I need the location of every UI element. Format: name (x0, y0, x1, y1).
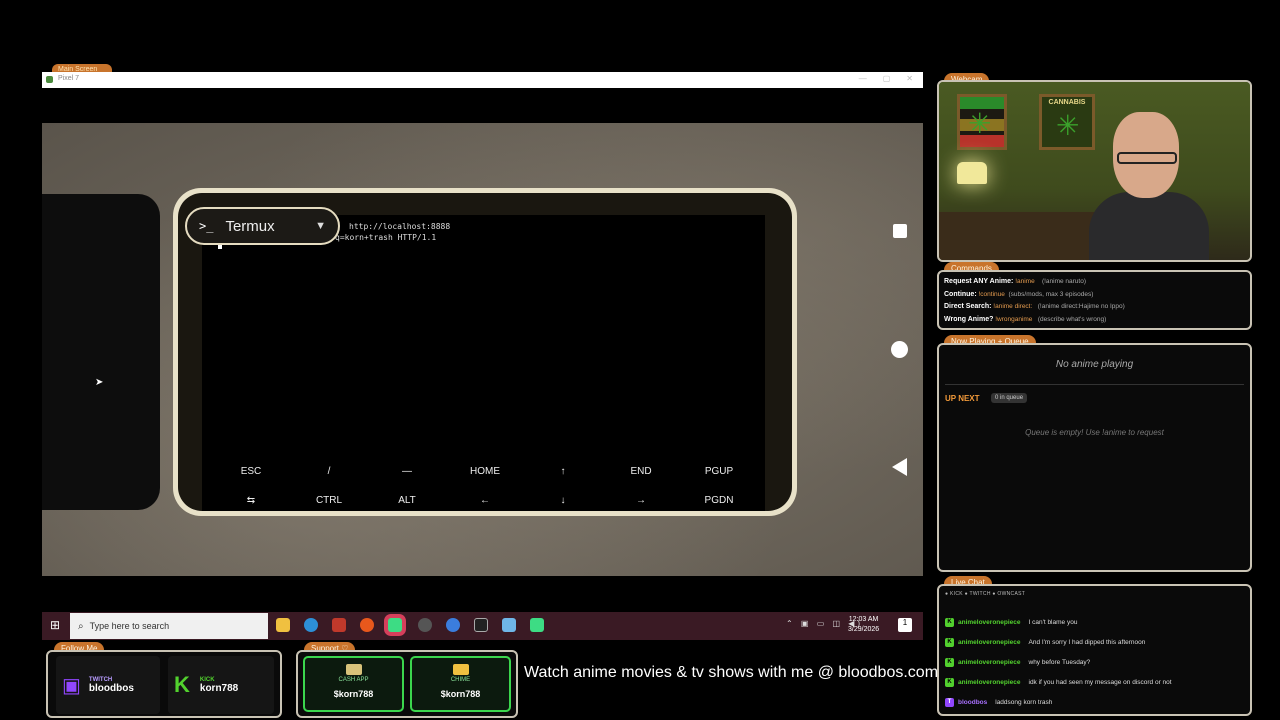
chat-message: K animeloveronepiece why before Tuesday? (945, 658, 1090, 667)
kick-badge-icon: K (945, 658, 954, 667)
chat-message: T bloodbos laddsong korn trash (945, 698, 1052, 707)
bed (939, 212, 1109, 260)
command-row: Direct Search: !anime direct: (!anime di… (944, 303, 1125, 310)
commands-panel: Request ANY Anime: !anime (!anime naruto… (937, 270, 1252, 330)
webcam-feed: ✳ CANNABIS ✳ (937, 80, 1252, 262)
terminal-line: http://localhost:8888 (349, 222, 451, 231)
kick-follow-card[interactable]: K KICK korn788 (168, 656, 274, 714)
browser-icon[interactable] (446, 618, 460, 632)
lamp (957, 162, 987, 184)
key-down[interactable]: ↓ (561, 495, 566, 506)
kick-icon: K (174, 672, 190, 697)
minimize-icon[interactable]: — (859, 74, 867, 83)
taskbar-clock[interactable]: 12:03 AM 3/29/2026 (848, 615, 879, 635)
chat-message: K animeloveronepiece idk if you had seen … (945, 678, 1172, 687)
streamer (1089, 102, 1209, 260)
android-icon[interactable] (530, 618, 544, 632)
chat-platforms: ● KICK ● TWITCH ● OWNCAST (945, 591, 1026, 597)
key-dash[interactable]: — (402, 466, 412, 477)
clock-date: 3/29/2026 (848, 626, 880, 633)
cash-icon (345, 664, 362, 675)
key-home[interactable]: HOME (470, 466, 500, 477)
divider (945, 384, 1244, 385)
handle: $korn788 (333, 689, 374, 699)
promo-ticker: Watch anime movies & tv shows with me @ … (524, 664, 939, 681)
firefox-icon[interactable] (360, 618, 374, 632)
handle: korn788 (199, 682, 239, 694)
terminal-app-icon[interactable] (474, 618, 488, 632)
window-titlebar[interactable]: Pixel 7 — ▢ ✕ (42, 72, 923, 88)
close-icon[interactable]: ✕ (906, 74, 913, 83)
taskbar-search[interactable]: ⌕ Type here to search (70, 613, 268, 639)
terminal-icon: >_ (199, 219, 214, 233)
termux-app-switcher[interactable]: >_ Termux ▼ (185, 207, 340, 245)
notification-icon[interactable]: 1 (898, 618, 912, 632)
leaf-icon: ✳ (1056, 110, 1080, 141)
leaf-icon: ✳ (968, 108, 992, 139)
key-pgdn[interactable]: PGDN (705, 495, 734, 506)
obs-like-icon[interactable] (332, 618, 346, 632)
chat-message: K animeloveronepiece I can't blame you (945, 618, 1077, 627)
mouse-cursor-icon: ➤ (95, 377, 104, 388)
queue-count-badge: 0 in queue (991, 393, 1028, 403)
clock-time: 12:03 AM (848, 616, 879, 623)
leaf-poster: ✳ (957, 94, 1007, 150)
search-icon: ⌕ (78, 620, 84, 632)
key-tab[interactable]: ⇆ (247, 495, 255, 506)
key-end[interactable]: END (630, 466, 651, 477)
window-title: Pixel 7 (58, 75, 80, 82)
key-slash[interactable]: / (328, 466, 331, 477)
key-esc[interactable]: ESC (241, 466, 262, 477)
key-alt[interactable]: ALT (398, 495, 416, 506)
key-up[interactable]: ↑ (561, 466, 566, 477)
recents-button[interactable] (893, 224, 907, 238)
maximize-icon[interactable]: ▢ (883, 74, 891, 83)
handle: bloodbos (88, 682, 134, 694)
queue-empty-message: Queue is empty! Use !anime to request (1025, 428, 1164, 437)
kick-badge-icon: K (945, 638, 954, 647)
platform-name: CHIME (450, 677, 471, 683)
now-playing-panel: No anime playing UP NEXT 0 in queue Queu… (937, 343, 1252, 572)
search-placeholder: Type here to search (89, 621, 170, 631)
chime-card[interactable]: CHIME $korn788 (410, 656, 511, 712)
now-playing-status: No anime playing (1055, 359, 1134, 370)
windows-start-icon[interactable]: ⊞ (50, 618, 60, 632)
home-button[interactable] (891, 341, 908, 358)
file-explorer-icon[interactable] (276, 618, 290, 632)
key-pgup[interactable]: PGUP (705, 466, 733, 477)
glasses (1117, 152, 1177, 164)
command-row: Continue: !continue (subs/mods, max 3 ep… (944, 290, 1094, 298)
platform-name: CASH APP (338, 677, 369, 683)
twitch-badge-icon: T (945, 698, 954, 707)
window-toolbar-area (42, 88, 923, 123)
command-row: Request ANY Anime: !anime (!anime naruto… (944, 278, 1087, 285)
app-name: Termux (225, 217, 275, 235)
kick-badge-icon: K (945, 678, 954, 687)
chat-message: K animeloveronepiece And I'm sorry I had … (945, 638, 1145, 647)
cashapp-card[interactable]: CASH APP $korn788 (303, 656, 404, 712)
chevron-down-icon[interactable]: ▼ (315, 220, 326, 232)
steam-icon[interactable] (418, 618, 432, 632)
up-next-heading: UP NEXT (945, 394, 980, 403)
key-left[interactable]: ← (480, 495, 490, 506)
twitch-follow-card[interactable]: ▣ TWITCH bloodbos (56, 656, 160, 714)
app-icon[interactable] (502, 618, 516, 632)
key-right[interactable]: → (636, 495, 646, 506)
emulator-app-icon (46, 76, 53, 83)
command-row: Wrong Anime? !wronganime (describe what'… (944, 315, 1107, 323)
hoodie (1089, 192, 1209, 260)
cannabis-poster: CANNABIS ✳ (1039, 94, 1095, 150)
card-icon (452, 664, 469, 675)
emulator-side-panel (42, 194, 160, 510)
poster-text: CANNABIS (1048, 99, 1086, 106)
back-button[interactable] (892, 458, 907, 476)
handle: $korn788 (440, 689, 481, 699)
key-ctrl[interactable]: CTRL (316, 495, 342, 506)
kick-badge-icon: K (945, 618, 954, 627)
twitch-icon: ▣ (62, 674, 81, 697)
android-studio-icon[interactable] (388, 618, 402, 632)
live-chat-panel: ● KICK ● TWITCH ● OWNCAST K animeloveron… (937, 584, 1252, 716)
terminal-line: q=korn+trash HTTP/1.1 (335, 233, 437, 242)
edge-icon[interactable] (304, 618, 318, 632)
